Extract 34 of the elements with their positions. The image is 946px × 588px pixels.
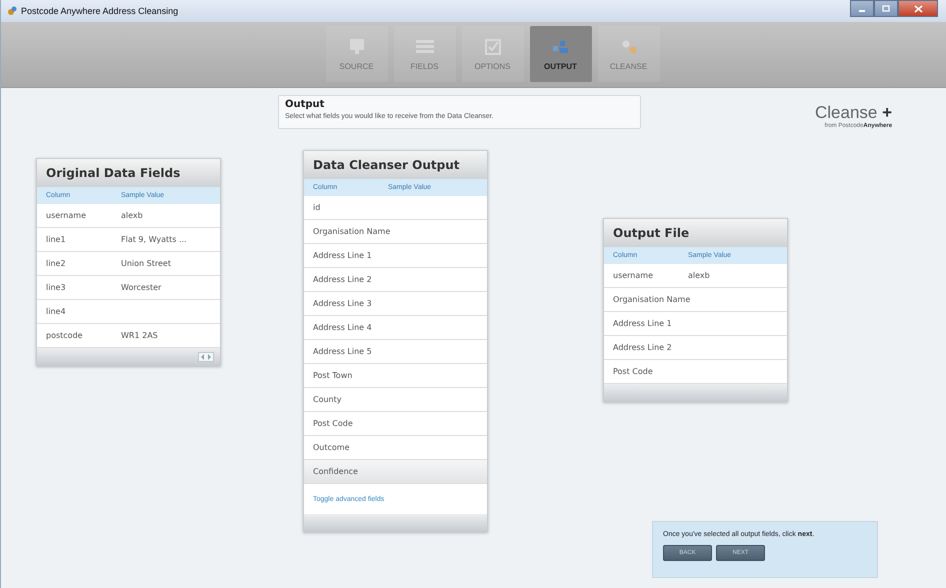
field-row[interactable]: Address Line 3 (304, 292, 487, 316)
field-row[interactable]: line4 (37, 300, 220, 324)
logo-name: Cleanse + (815, 104, 892, 121)
window-title: Postcode Anywhere Address Cleansing (21, 6, 178, 16)
maximize-button[interactable] (874, 0, 898, 17)
close-icon (914, 4, 922, 12)
field-row[interactable]: line3 Worcester (37, 276, 220, 300)
field-row[interactable]: username alexb (37, 204, 220, 228)
field-row[interactable]: Post Town (304, 364, 487, 388)
list-icon (414, 38, 436, 56)
app-icon (7, 6, 17, 16)
field-row[interactable]: Confidence (304, 460, 487, 484)
field-row[interactable]: Address Line 1 (304, 244, 487, 268)
maximize-icon (882, 5, 890, 12)
field-row[interactable]: Address Line 2 (604, 336, 787, 360)
field-row[interactable]: Address Line 1 (604, 312, 787, 336)
panel-title: Original Data Fields (37, 159, 220, 187)
field-row[interactable]: Address Line 5 (304, 340, 487, 364)
field-row[interactable]: username alexb (604, 264, 787, 288)
panel-title: Data Cleanser Output (304, 151, 487, 179)
section-title: Output (285, 99, 326, 110)
field-row[interactable]: Address Line 2 (304, 268, 487, 292)
field-row[interactable]: Post Code (304, 412, 487, 436)
field-row[interactable]: line2 Union Street (37, 252, 220, 276)
field-row[interactable]: line1 Flat 9, Wyatts ... (37, 228, 220, 252)
minimize-button[interactable] (850, 0, 874, 17)
step-tab[interactable]: OUTPUT (530, 26, 592, 82)
close-button[interactable] (898, 0, 938, 17)
field-row[interactable]: County (304, 388, 487, 412)
field-row[interactable]: Organisation Name (604, 288, 787, 312)
panel-title: Output File (604, 219, 787, 247)
field-row[interactable]: Organisation Name (304, 220, 487, 244)
field-row[interactable]: id (304, 196, 487, 220)
field-row[interactable]: Address Line 4 (304, 316, 487, 340)
